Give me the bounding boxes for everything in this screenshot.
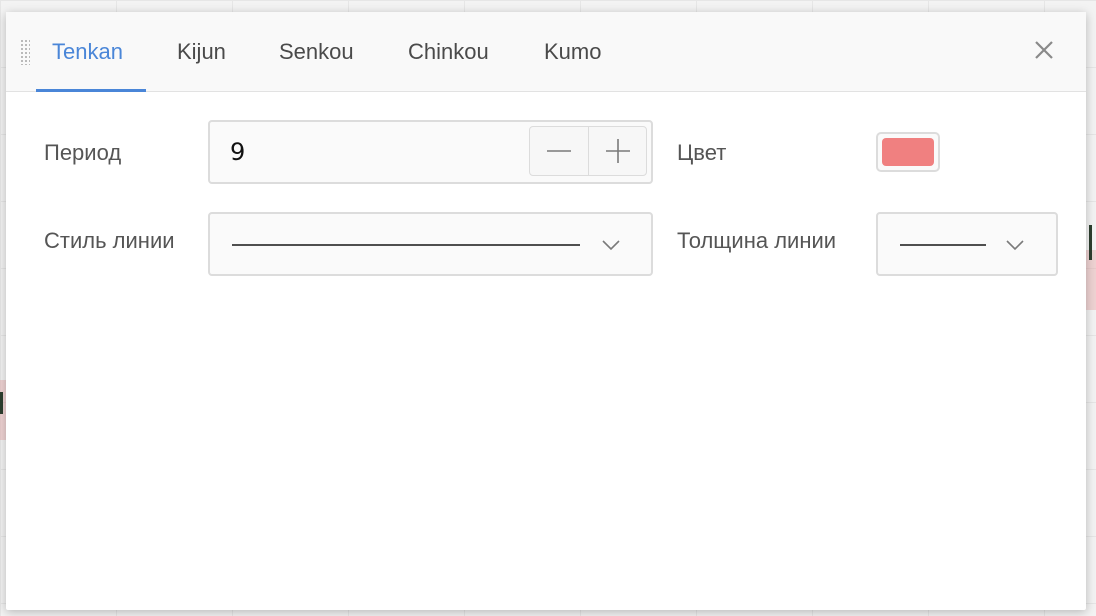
color-picker-button[interactable] (876, 132, 940, 172)
decrement-button[interactable] (530, 127, 588, 175)
period-input[interactable]: 9 (230, 122, 245, 182)
dialog-header: Tenkan Kijun Senkou Chinkou Kumo (6, 12, 1086, 92)
drag-handle-icon[interactable] (20, 39, 30, 65)
line-style-preview (232, 244, 580, 246)
color-swatch (882, 138, 934, 166)
tab-tenkan[interactable]: Tenkan (52, 12, 123, 91)
tab-chinkou[interactable]: Chinkou (408, 12, 489, 91)
tab-kumo[interactable]: Kumo (544, 12, 601, 91)
line-width-preview (900, 244, 986, 246)
chart-candle-fragment (0, 392, 3, 414)
close-button[interactable] (1028, 34, 1060, 66)
period-field[interactable]: 9 (208, 120, 653, 184)
line-width-select[interactable] (876, 212, 1058, 276)
line-width-label: Толщина линии (677, 228, 837, 253)
color-label: Цвет (677, 140, 727, 165)
tab-kijun[interactable]: Kijun (177, 12, 226, 91)
minus-icon (547, 150, 571, 152)
line-style-label: Стиль линии (44, 228, 175, 253)
close-icon (1035, 41, 1053, 59)
indicator-settings-dialog: Tenkan Kijun Senkou Chinkou Kumo Период … (6, 12, 1086, 610)
line-style-select[interactable] (208, 212, 653, 276)
tab-senkou[interactable]: Senkou (279, 12, 354, 91)
plus-icon (606, 139, 630, 163)
period-stepper (529, 126, 647, 176)
increment-button[interactable] (589, 127, 647, 175)
chevron-down-icon (1006, 240, 1024, 251)
period-label: Период (44, 140, 122, 165)
chart-candle-fragment (1089, 225, 1092, 260)
active-tab-indicator (36, 89, 146, 92)
chevron-down-icon (602, 240, 620, 251)
